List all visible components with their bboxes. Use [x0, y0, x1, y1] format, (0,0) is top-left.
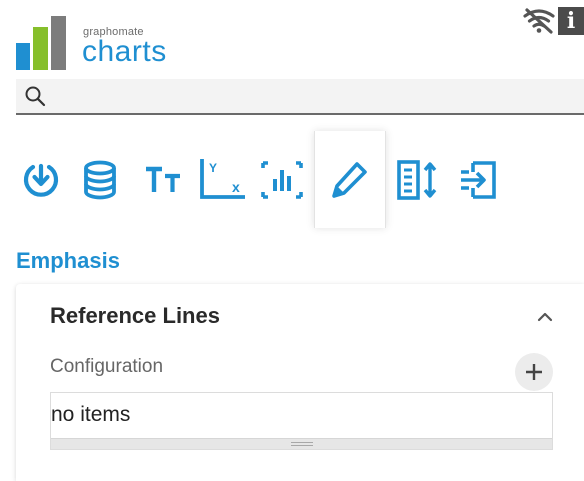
axis-x-letter: x — [232, 179, 240, 195]
panel-title: Reference Lines — [50, 303, 220, 328]
tab-export[interactable] — [448, 131, 508, 228]
reference-lines-panel: Reference Lines Configuration no items — [16, 284, 584, 481]
bar-chart-frame-icon — [261, 160, 303, 199]
tab-axis[interactable]: Y x — [194, 131, 250, 228]
wifi-off-icon[interactable] — [520, 6, 558, 36]
logo-bar-grey — [51, 16, 66, 70]
tab-layout[interactable] — [386, 131, 448, 228]
text-format-icon — [146, 166, 180, 192]
search-icon — [25, 86, 46, 107]
section-title: Emphasis — [16, 248, 120, 273]
property-tabs: Y x — [16, 131, 584, 228]
info-icon[interactable]: i — [558, 7, 584, 35]
logo-bar-blue — [16, 43, 30, 70]
header-icons: i — [520, 6, 584, 36]
tab-database[interactable] — [66, 131, 134, 228]
list-resize-handle[interactable] — [51, 438, 552, 449]
database-icon — [84, 160, 116, 199]
search-bar — [16, 79, 584, 115]
list-empty-text: no items — [51, 403, 131, 426]
axis-y-letter: Y — [209, 161, 217, 175]
tab-data-download[interactable] — [16, 131, 66, 228]
add-item-button[interactable] — [515, 353, 553, 391]
export-icon — [461, 160, 496, 199]
download-icon — [23, 163, 59, 197]
axis-xy-icon: Y x — [200, 158, 245, 199]
items-list[interactable]: no items — [50, 392, 553, 450]
tab-text-format[interactable] — [134, 131, 194, 228]
logo-bar-green — [33, 27, 48, 70]
tab-emphasis[interactable] — [314, 131, 386, 228]
layout-height-icon — [397, 159, 437, 200]
pencil-icon — [332, 161, 367, 198]
search-input[interactable] — [52, 79, 572, 113]
chevron-up-icon — [537, 312, 553, 322]
tab-chart-elements[interactable] — [250, 131, 314, 228]
plus-icon — [526, 364, 542, 380]
drag-handle-icon — [290, 442, 313, 446]
logo-brand-name: charts — [82, 35, 167, 68]
graphomate-charts-logo: graphomate charts — [16, 8, 196, 70]
collapse-button[interactable] — [532, 306, 558, 328]
configuration-label: Configuration — [50, 356, 164, 377]
